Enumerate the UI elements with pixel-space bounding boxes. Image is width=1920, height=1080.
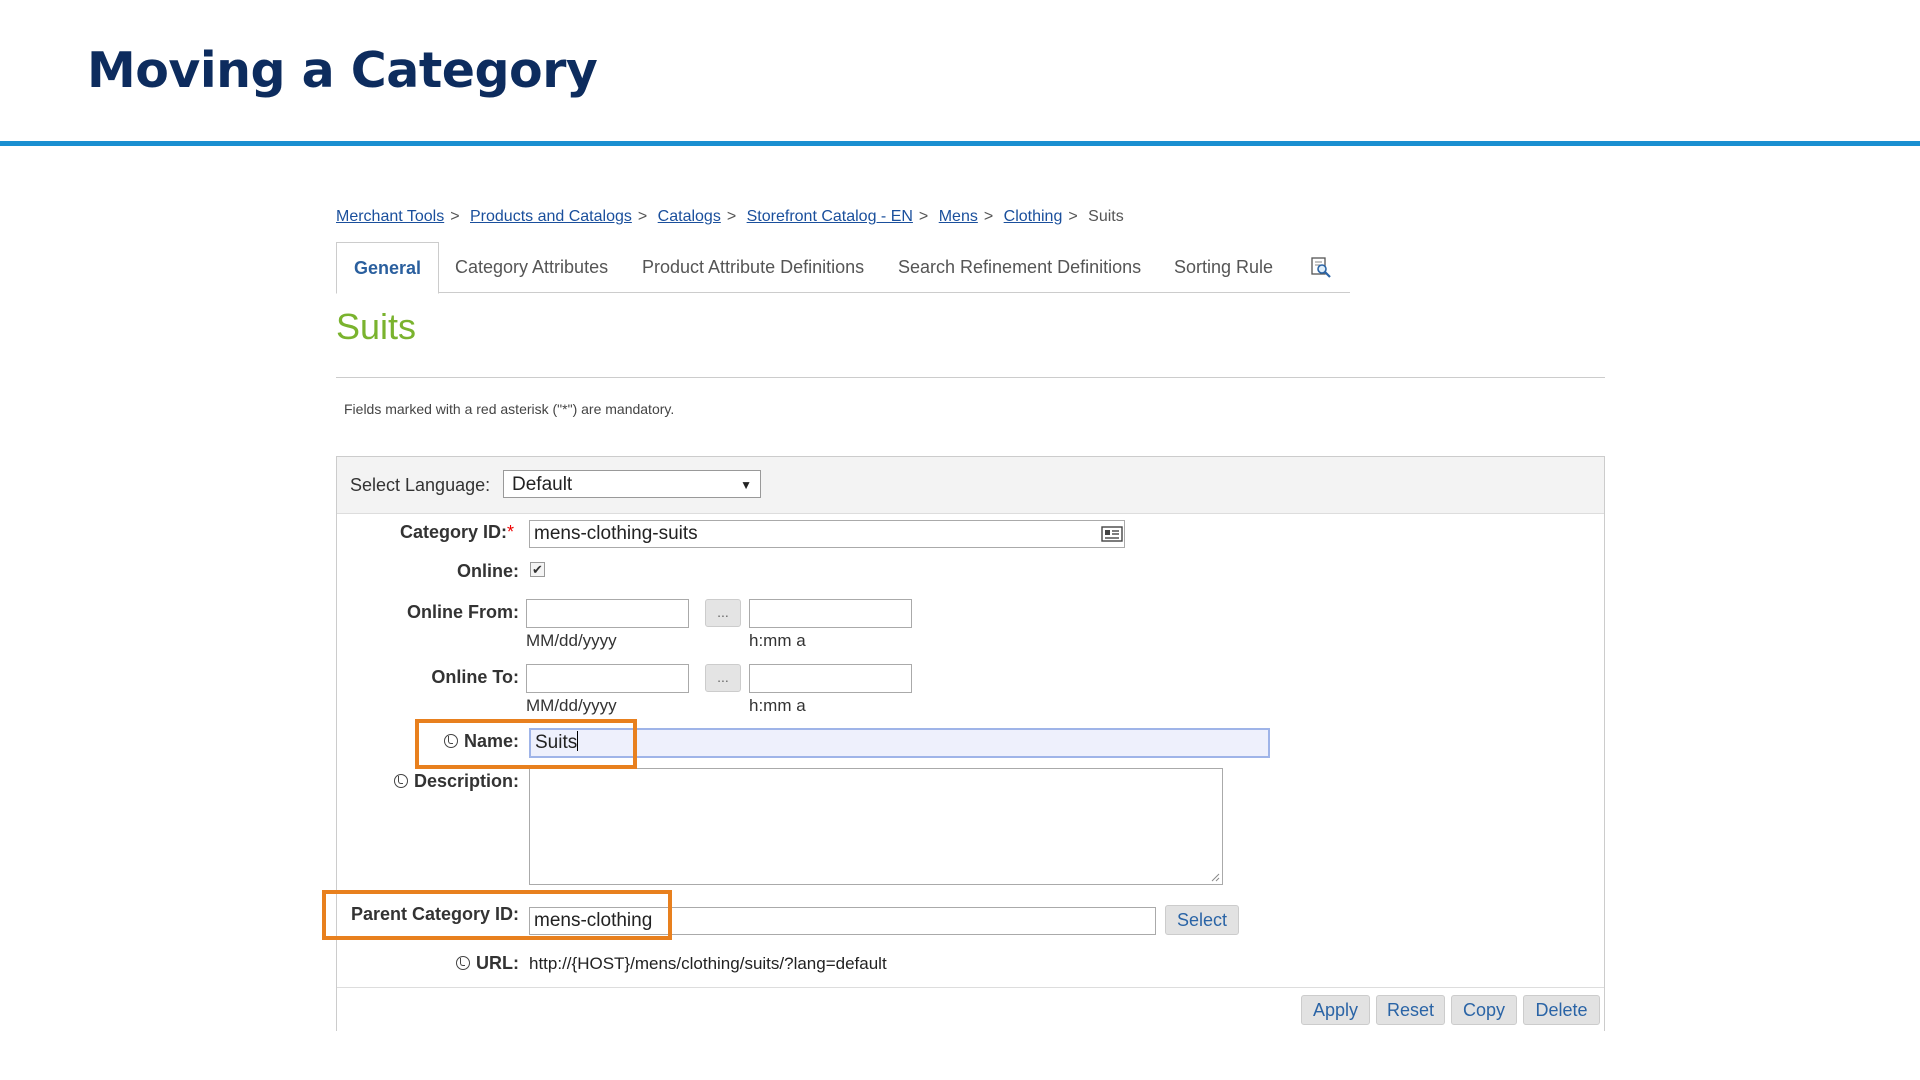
online-to-date-input[interactable]: [526, 664, 689, 693]
delete-button[interactable]: Delete: [1523, 995, 1600, 1025]
slide-title: Moving a Category: [87, 42, 598, 99]
tab-search-refinement-definitions[interactable]: Search Refinement Definitions: [898, 242, 1141, 292]
breadcrumb-link-mens[interactable]: Mens: [939, 208, 978, 225]
language-select-value: Default: [512, 474, 573, 495]
online-from-time-input[interactable]: [749, 599, 912, 628]
category-id-input[interactable]: mens-clothing-suits: [529, 520, 1125, 548]
breadcrumb-link-catalogs[interactable]: Catalogs: [658, 208, 721, 225]
breadcrumb: Merchant Tools > Products and Catalogs > C…: [336, 208, 1124, 226]
online-to-date-picker-button[interactable]: ...: [705, 664, 741, 692]
breadcrumb-link-clothing[interactable]: Clothing: [1004, 208, 1063, 225]
mandatory-note: Fields marked with a red asterisk ("*") …: [344, 401, 675, 417]
id-card-icon[interactable]: [1101, 526, 1123, 542]
online-label: Online:: [457, 561, 519, 581]
description-textarea[interactable]: [529, 768, 1223, 885]
page-heading: Suits: [336, 306, 417, 347]
name-highlight-box: [415, 719, 637, 769]
online-from-label: Online From:: [407, 602, 519, 622]
required-asterisk: *: [506, 522, 514, 542]
breadcrumb-link-products-and-catalogs[interactable]: Products and Catalogs: [470, 208, 632, 225]
url-label-text: URL:: [476, 953, 519, 973]
online-from-date-input[interactable]: [526, 599, 689, 628]
tab-general[interactable]: General: [336, 242, 440, 294]
online-to-date-hint: MM/dd/yyyy: [526, 696, 617, 715]
online-to-label: Online To:: [431, 667, 519, 687]
breadcrumb-separator: >: [726, 208, 737, 225]
resize-grip-icon[interactable]: [1210, 872, 1220, 882]
online-from-date-hint: MM/dd/yyyy: [526, 631, 617, 650]
dropdown-arrow-icon: ▼: [740, 478, 752, 492]
parent-category-highlight-box: [322, 890, 672, 940]
tab-bar: General Category Attributes Product Attr…: [336, 242, 1350, 294]
url-value: http://{HOST}/mens/clothing/suits/?lang=…: [529, 954, 887, 973]
tab-category-attributes[interactable]: Category Attributes: [455, 242, 608, 292]
online-to-time-hint: h:mm a: [749, 696, 806, 715]
online-checkbox[interactable]: ✔: [530, 562, 545, 577]
description-label-text: Description:: [413, 771, 519, 791]
preview-magnifier-icon[interactable]: [1310, 256, 1332, 278]
breadcrumb-separator: >: [637, 208, 648, 225]
breadcrumb-link-storefront-catalog[interactable]: Storefront Catalog - EN: [747, 208, 913, 225]
url-label: URL:: [456, 953, 519, 974]
online-from-time-hint: h:mm a: [749, 631, 806, 650]
globe-icon: [456, 956, 470, 970]
breadcrumb-link-merchant-tools[interactable]: Merchant Tools: [336, 208, 444, 225]
breadcrumb-separator: >: [1068, 208, 1078, 225]
breadcrumb-current: Suits: [1088, 208, 1124, 225]
reset-button[interactable]: Reset: [1376, 995, 1445, 1025]
online-to-time-input[interactable]: [749, 664, 912, 693]
online-from-date-picker-button[interactable]: ...: [705, 599, 741, 627]
breadcrumb-separator: >: [983, 208, 994, 225]
category-id-label-text: Category ID:: [399, 522, 507, 542]
category-id-label: Category ID:*: [400, 522, 514, 543]
category-id-value: mens-clothing-suits: [534, 523, 698, 544]
action-bar: Apply Reset Copy Delete: [337, 987, 1604, 1031]
breadcrumb-separator: >: [918, 208, 929, 225]
tab-product-attribute-definitions[interactable]: Product Attribute Definitions: [642, 242, 864, 292]
select-parent-category-button[interactable]: Select: [1165, 905, 1239, 935]
breadcrumb-separator: >: [450, 208, 460, 225]
select-language-label: Select Language:: [350, 475, 491, 495]
globe-icon: [393, 774, 408, 788]
title-divider: [0, 141, 1920, 146]
tab-sorting-rule[interactable]: Sorting Rule: [1174, 242, 1273, 292]
description-label: Description:: [393, 771, 519, 792]
language-select[interactable]: Default ▼: [503, 470, 761, 498]
language-bar: Select Language: Default ▼: [337, 457, 1604, 514]
apply-button[interactable]: Apply: [1301, 995, 1370, 1025]
heading-divider: [336, 377, 1605, 378]
name-input[interactable]: Suits: [529, 728, 1270, 758]
copy-button[interactable]: Copy: [1451, 995, 1517, 1025]
